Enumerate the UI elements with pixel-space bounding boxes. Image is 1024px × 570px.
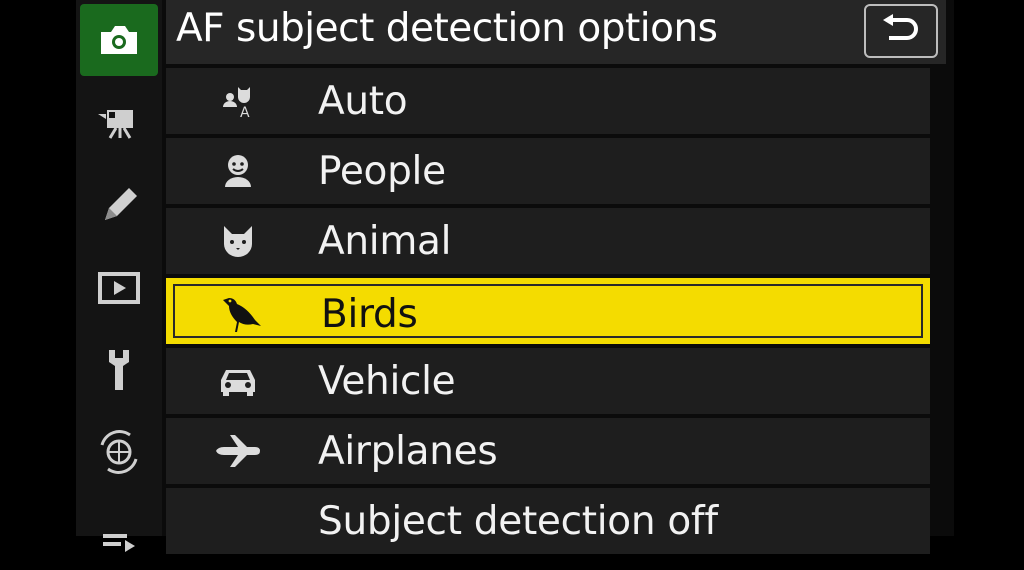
sidebar-item-video-recording[interactable] — [80, 86, 158, 158]
auto-subject-icon: A — [214, 81, 262, 121]
menu-sidebar — [76, 0, 162, 552]
page-title: AF subject detection options — [176, 6, 718, 51]
option-auto[interactable]: A Auto — [166, 68, 930, 134]
sidebar-item-network[interactable] — [80, 416, 158, 488]
my-menu-icon — [103, 534, 135, 552]
selection-frame — [173, 284, 923, 338]
sidebar-item-setup[interactable] — [80, 334, 158, 406]
option-label: People — [318, 149, 446, 194]
pencil-icon — [105, 188, 137, 220]
network-icon — [100, 430, 138, 474]
menu-header: AF subject detection options — [166, 0, 946, 64]
playback-icon — [98, 272, 140, 304]
option-label: Airplanes — [318, 429, 498, 474]
airplane-icon — [214, 431, 262, 471]
option-animal[interactable]: Animal — [166, 208, 930, 274]
back-button[interactable] — [864, 4, 938, 58]
option-people[interactable]: People — [166, 138, 930, 204]
option-label: Vehicle — [318, 359, 456, 404]
person-icon — [214, 151, 262, 191]
option-subject-detection-off[interactable]: Subject detection off — [166, 488, 930, 554]
option-airplanes[interactable]: Airplanes — [166, 418, 930, 484]
return-icon — [883, 14, 918, 40]
option-label: Subject detection off — [318, 499, 718, 544]
option-label: Auto — [318, 79, 408, 124]
wrench-icon — [109, 350, 129, 390]
option-vehicle[interactable]: Vehicle — [166, 348, 930, 414]
option-label: Animal — [318, 219, 452, 264]
option-birds[interactable]: Birds — [166, 278, 930, 344]
svg-text:A: A — [240, 105, 250, 119]
camera-icon — [101, 26, 137, 54]
sidebar-item-custom-settings[interactable] — [80, 170, 158, 242]
movie-camera-icon — [98, 110, 133, 139]
bird-icon — [217, 294, 265, 334]
sidebar-item-playback[interactable] — [80, 252, 158, 324]
car-icon — [214, 361, 262, 401]
animal-icon — [214, 221, 262, 261]
option-label: Birds — [321, 292, 418, 337]
sidebar-item-my-menu[interactable] — [80, 498, 158, 570]
sidebar-item-photo-shooting[interactable] — [80, 4, 158, 76]
